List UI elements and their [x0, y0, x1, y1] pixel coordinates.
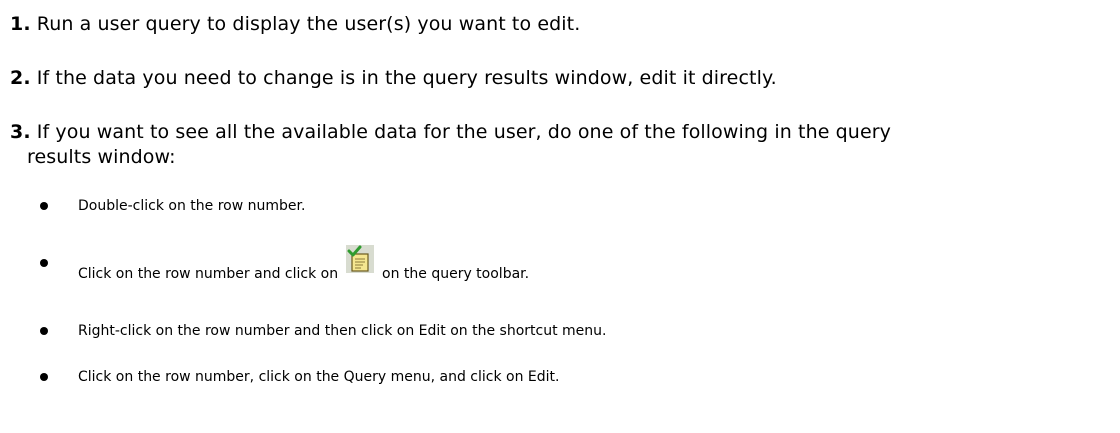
step-text: Run a user query to display the user(s) …: [36, 13, 581, 35]
list-item-text-after: on the query toolbar.: [382, 266, 530, 282]
bullet-icon: [40, 259, 48, 267]
bullet-icon: [40, 327, 48, 335]
list-item-text: Click on the row number, click on the Qu…: [78, 369, 560, 385]
bullet-icon: [40, 202, 48, 210]
step-1: 1. Run a user query to display the user(…: [10, 12, 1112, 37]
step-2: 2. If the data you need to change is in …: [10, 66, 1112, 91]
step-text: If the data you need to change is in the…: [36, 67, 777, 89]
step-number: 1.: [10, 13, 31, 35]
step-3: 3. If you want to see all the available …: [10, 120, 1112, 170]
edit-record-icon: [344, 244, 375, 274]
list-item-text: Right-click on the row number and then c…: [78, 323, 607, 339]
list-item-text-before: Click on the row number and click on: [78, 266, 339, 282]
step-text-continued: results window:: [27, 146, 176, 168]
list-item-text: Click on the row number and click on on …: [78, 244, 530, 284]
step-text: If you want to see all the available dat…: [36, 121, 891, 143]
step-number: 3.: [10, 121, 31, 143]
list-item-text: Double-click on the row number.: [78, 198, 306, 214]
step-number: 2.: [10, 67, 31, 89]
bullet-icon: [40, 373, 48, 381]
